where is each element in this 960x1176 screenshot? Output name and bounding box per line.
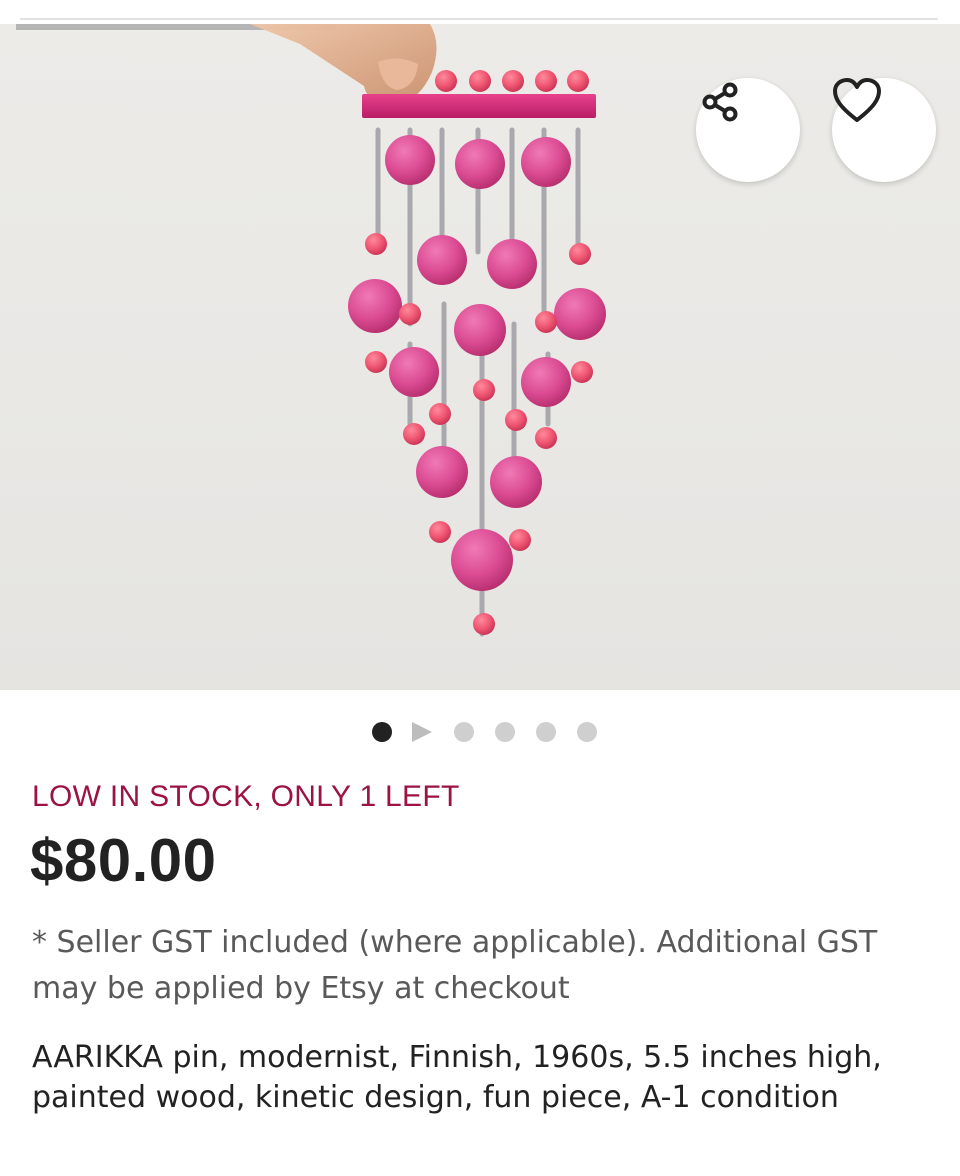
favorite-button[interactable] <box>832 78 936 182</box>
top-divider <box>20 18 938 20</box>
listing-image-carousel[interactable] <box>0 24 960 690</box>
listing-title: AARIKKA pin, modernist, Finnish, 1960s, … <box>32 1040 882 1115</box>
carousel-dot-6[interactable] <box>577 722 597 742</box>
video-indicator-icon[interactable] <box>412 722 432 742</box>
share-icon <box>702 82 738 122</box>
carousel-dot-4[interactable] <box>495 722 515 742</box>
tax-note: * Seller GST included (where applicable)… <box>32 925 878 1006</box>
share-button[interactable] <box>696 78 800 182</box>
carousel-dot-3[interactable] <box>454 722 474 742</box>
carousel-dot-1[interactable] <box>372 722 392 742</box>
product-photo <box>250 24 606 637</box>
carousel-indicators <box>0 720 960 744</box>
carousel-dot-5[interactable] <box>536 722 556 742</box>
heart-outline-icon <box>833 78 881 122</box>
stock-status: LOW IN STOCK, ONLY 1 LEFT <box>32 780 460 813</box>
price: $80.00 <box>30 827 217 894</box>
